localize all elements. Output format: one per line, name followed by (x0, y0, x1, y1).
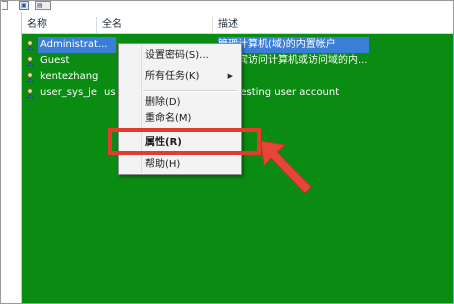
user-description: 供来宾访问计算机或访问域的内... (218, 55, 368, 66)
navigation-pane-edge (1, 12, 22, 303)
list-header: 名称 全名 描述 (22, 17, 453, 34)
user-description (218, 70, 450, 84)
context-menu: 设置密码(S)... 所有任务(K) ▶ 删除(D) 重命名(M) 属性(R) … (118, 43, 242, 175)
menu-item-label: 所有任务(K) (145, 71, 200, 82)
column-header-fullname[interactable]: 全名 (97, 17, 213, 34)
user-name: user_sys_je (40, 87, 98, 98)
user-icon (26, 72, 34, 82)
menu-item-label: 删除(D) (145, 97, 181, 108)
menu-item-label: 帮助(H) (145, 159, 181, 170)
menu-item-set-password[interactable]: 设置密码(S)... (119, 47, 241, 64)
red-pointer-arrow-icon (260, 140, 312, 194)
properties-highlight-box (108, 128, 261, 155)
user-icon (26, 88, 34, 98)
menu-item-delete[interactable]: 删除(D) (119, 94, 241, 111)
user-description: ast testing user account (218, 87, 340, 98)
menu-separator (143, 90, 237, 92)
column-header-name[interactable]: 名称 (22, 17, 97, 34)
menu-item-label: 设置密码(S)... (145, 50, 209, 61)
menu-item-label: 重命名(M) (145, 113, 192, 124)
submenu-arrow-icon: ▶ (227, 72, 233, 80)
toolbar-button-left[interactable] (2, 1, 8, 10)
properties-icon: ▣ (21, 2, 27, 9)
user-name: Administrat... (40, 39, 108, 50)
toolbar: ▣ ▤ (1, 1, 453, 12)
view-icon: ▤ (37, 2, 43, 9)
toolbar-button-properties[interactable]: ▣ (19, 1, 29, 10)
user-name: kentezhang (40, 71, 99, 82)
local-users-window: ▣ ▤ 名称 全名 描述 Administrat... 管理计算机(域)的内置帐… (0, 0, 454, 304)
menu-item-all-tasks[interactable]: 所有任务(K) ▶ (119, 68, 241, 85)
user-fullname: us (104, 87, 116, 98)
menu-item-rename[interactable]: 重命名(M) (119, 110, 241, 127)
toolbar-button-view[interactable]: ▤ (35, 1, 51, 10)
column-header-description[interactable]: 描述 (213, 17, 453, 34)
user-icon (26, 40, 34, 50)
user-name: Guest (40, 55, 70, 66)
menu-item-help[interactable]: 帮助(H) (119, 156, 241, 173)
user-icon (26, 56, 34, 66)
user-description: 管理计算机(域)的内置帐户 (218, 39, 336, 50)
